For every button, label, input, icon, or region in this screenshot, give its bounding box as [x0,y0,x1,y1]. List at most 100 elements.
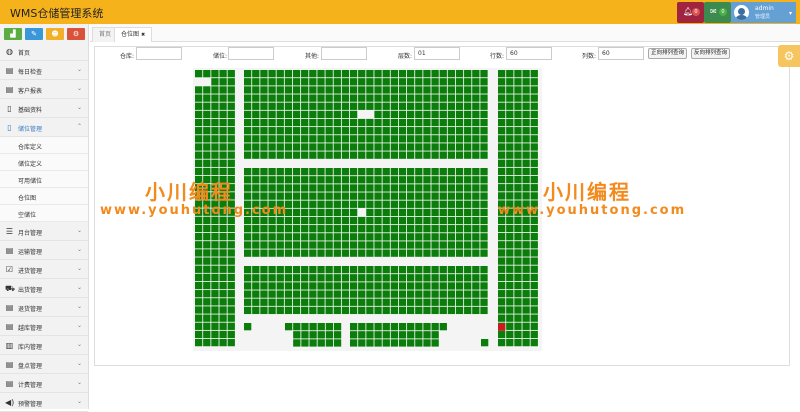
tab-bin-map[interactable]: 仓位图 ✖ [114,27,153,42]
billing-icon: ▤ [5,379,14,388]
sidebar-subitem-label: 空储位 [18,212,37,219]
sidebar: ▟ ✎ ☻ ⚙ ◍ 首页 ▤ 每日检查 ⌄ ▤ 客户报表 ⌄ ▯ 基础资料 ⌄ ▯ 储位管理 ⌃ 仓库定义 储位定义… [0,24,89,412]
sidebar-item-label: 进货管理 [18,268,43,275]
warehouse-input[interactable] [136,47,182,60]
cols-input[interactable]: 60 [598,47,644,60]
sidebar-item-label: 盘点管理 [18,363,43,370]
watermark-url-left: www.youhutong.com [100,203,289,218]
chevron-icon: ⌄ [77,360,83,367]
sidebar-item-14[interactable]: ◀) 预警管理 ⌄ [0,393,88,412]
gear-icon: ⚙ [783,49,795,63]
dashboard-icon: ◍ [6,47,13,56]
rows-input[interactable]: 60 [506,47,552,60]
messages-button[interactable]: ✉ 0 [704,2,731,23]
sidebar-subitem-2[interactable]: 可用储位 [0,171,88,188]
top-navbar: WMS仓储管理系统 🔔︎ 0 ✉ 0 admin 管理员 ▾ [0,0,800,24]
sidebar-item-label: 首页 [18,50,31,57]
forward-query-button[interactable]: 正向排列查询 [648,48,688,59]
users-icon: ☻ [51,30,59,38]
chevron-icon: ⌄ [77,66,83,73]
chevron-icon: ⌄ [77,322,83,329]
cross-dock-icon: ▤ [5,322,14,331]
sidebar-subitem-0[interactable]: 仓库定义 [0,137,88,154]
watermark-title-right: 小川编程 [543,180,631,204]
avatar [734,5,749,20]
sidebar-item-4[interactable]: ▯ 储位管理 ⌃ [0,118,88,137]
notifications-badge: 0 [692,8,700,16]
sidebar-item-13[interactable]: ▤ 计费管理 ⌄ [0,374,88,393]
other-input[interactable] [321,47,367,60]
sidebar-item-10[interactable]: ▤ 越库管理 ⌄ [0,317,88,336]
sidebar-item-11[interactable]: ▥ 库内管理 ⌄ [0,336,88,355]
sidebar-subitem-4[interactable]: 空储位 [0,205,88,222]
reverse-query-button[interactable]: 反向排列查询 [691,48,731,59]
chevron-icon: ⌄ [77,246,83,253]
layer-label: 层数: [398,53,413,60]
watermark-title-left: 小川编程 [145,180,233,204]
sidebar-item-0[interactable]: ◍ 首页 [0,42,88,61]
chevron-icon: ⌄ [77,284,83,291]
tab-home-label: 首页 [99,31,112,38]
bin-input[interactable] [228,47,274,60]
pencil-tool-button[interactable]: ✎ [25,28,43,40]
calendar-icon: ▤ [5,66,14,75]
chevron-icon: ⌄ [77,398,83,405]
sidebar-item-label: 基础资料 [18,107,43,114]
inventory-icon: ▤ [5,360,14,369]
chevron-icon: ⌄ [77,379,83,386]
messages-badge: 0 [719,8,727,16]
tab-bin-map-label: 仓位图 [121,31,140,38]
sidebar-item-2[interactable]: ▤ 客户报表 ⌄ [0,80,88,99]
sidebar-item-3[interactable]: ▯ 基础资料 ⌄ [0,99,88,118]
chevron-icon: ⌄ [77,341,83,348]
cogs-tool-button[interactable]: ⚙ [67,28,85,40]
caret-down-icon: ▾ [789,10,793,17]
sidebar-item-6[interactable]: ▤ 运输管理 ⌄ [0,241,88,260]
sidebar-subitem-label: 仓库定义 [18,144,43,151]
sidebar-item-9[interactable]: ▤ 退货管理 ⌄ [0,298,88,317]
bin-label: 储位: [213,53,228,60]
close-icon[interactable]: ✖ [141,32,145,38]
list-icon: ☰ [5,227,14,236]
sidebar-item-5[interactable]: ☰ 月台管理 ⌄ [0,222,88,241]
pencil-icon: ✎ [31,30,37,38]
sidebar-subitem-3[interactable]: 仓位图 [0,188,88,205]
user-name: admin [755,5,774,12]
sidebar-subitem-label: 储位定义 [18,161,43,168]
chevron-icon: ⌄ [77,227,83,234]
sidebar-item-7[interactable]: ☑ 进货管理 ⌄ [0,260,88,279]
sidebar-item-label: 出货管理 [18,287,43,294]
user-role: 管理员 [755,14,771,20]
table-icon: ▤ [5,85,14,94]
user-menu[interactable]: admin 管理员 ▾ [731,2,796,23]
other-label: 其他: [305,53,320,60]
sidebar-item-label: 预警管理 [18,401,43,408]
chart-tool-button[interactable]: ▟ [4,28,22,40]
settings-gear-button[interactable]: ⚙ [778,45,800,67]
truck-list-icon: ▤ [5,246,14,255]
warehouse-label: 仓库: [120,53,135,60]
sidebar-subitem-1[interactable]: 储位定义 [0,154,88,171]
film-icon: ▥ [5,341,14,350]
notifications-button[interactable]: 🔔︎ 0 [677,2,704,23]
sidebar-item-label: 客户报表 [18,88,43,95]
app-title: WMS仓储管理系统 [10,7,104,20]
checkbox-icon: ☑ [5,265,14,274]
users-tool-button[interactable]: ☻ [46,28,64,40]
layer-input[interactable]: 01 [414,47,460,60]
sidebar-item-label: 越库管理 [18,325,43,332]
mobile-icon: ▯ [7,123,12,132]
tab-bar: 首页 仓位图 ✖ [90,24,800,42]
sidebar-item-label: 计费管理 [18,382,43,389]
truck-icon: ⛟ [5,284,16,293]
chevron-icon: ⌃ [77,123,83,130]
sidebar-item-1[interactable]: ▤ 每日检查 ⌄ [0,61,88,80]
sidebar-item-12[interactable]: ▤ 盘点管理 ⌄ [0,355,88,374]
volume-icon: ◀) [5,398,15,407]
sidebar-item-8[interactable]: ⛟ 出货管理 ⌄ [0,279,88,298]
sidebar-item-label: 库内管理 [18,344,43,351]
rows-label: 行数: [490,53,505,60]
sidebar-subitem-label: 可用储位 [18,178,43,185]
sidebar-item-label: 储位管理 [18,126,43,133]
chevron-icon: ⌄ [77,104,83,111]
